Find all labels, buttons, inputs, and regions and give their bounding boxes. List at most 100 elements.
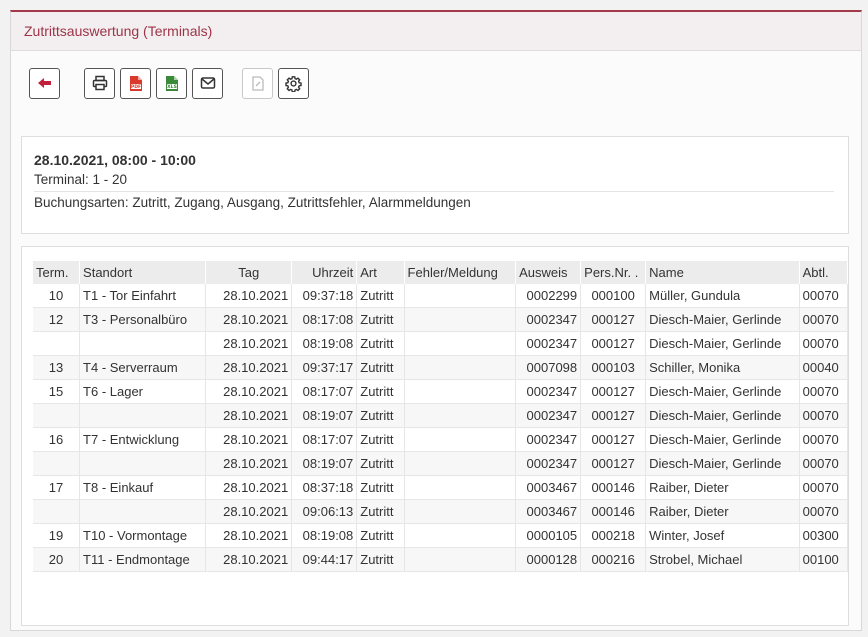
cell-tag: 28.10.2021	[205, 475, 293, 500]
results-panel: Term. Standort Tag Uhrzeit Art Fehler/Meldung…	[21, 246, 849, 626]
cell-art: Zutritt	[356, 355, 405, 380]
cell-term	[33, 451, 81, 476]
cell-art: Zutritt	[356, 403, 405, 428]
pdf-icon: PDF	[129, 75, 142, 91]
table-row[interactable]: 28.10.2021 09:06:13 Zutritt 0003467 000146 Ra…	[33, 499, 849, 524]
cell-name: Diesch-Maier, Gerlinde	[645, 331, 800, 356]
cell-tag: 28.10.2021	[205, 379, 293, 404]
cell-term: 19	[33, 523, 81, 548]
column-header-name[interactable]: Name	[645, 261, 800, 284]
cell-tag: 28.10.2021	[205, 451, 293, 476]
table-row[interactable]: 12 T3 - Personalbüro 28.10.2021 08:17:08 Zut…	[33, 307, 849, 332]
cell-ausweis: 0007098	[515, 355, 582, 380]
cell-term: 20	[33, 547, 81, 572]
column-header-fehler[interactable]: Fehler/Meldung	[404, 261, 517, 284]
table-row[interactable]: 20 T11 - Endmontage 28.10.2021 09:44:17 Zutr…	[33, 547, 849, 572]
cell-abtl: 00070	[799, 499, 849, 524]
cell-abtl: 00070	[799, 451, 849, 476]
column-header-tag[interactable]: Tag	[205, 261, 293, 284]
cell-standort: T11 - Endmontage	[79, 547, 207, 572]
cell-fehler	[404, 284, 517, 308]
table-header-row: Term. Standort Tag Uhrzeit Art Fehler/Meldung…	[33, 261, 849, 284]
table-row[interactable]: 16 T7 - Entwicklung 28.10.2021 08:17:07 Zutr…	[33, 427, 849, 452]
svg-text:XLS: XLS	[167, 84, 177, 90]
cell-ausweis: 0002347	[515, 379, 582, 404]
cell-abtl: 00070	[799, 379, 849, 404]
column-header-uhrzeit[interactable]: Uhrzeit	[291, 261, 358, 284]
table-row[interactable]: 15 T6 - Lager 28.10.2021 08:17:07 Zutritt 000…	[33, 379, 849, 404]
cell-persnr: 000218	[580, 523, 647, 548]
cell-ausweis: 0002347	[515, 403, 582, 428]
xls-export-button[interactable]: XLS	[156, 67, 187, 99]
cell-art: Zutritt	[356, 547, 405, 572]
cell-term: 17	[33, 475, 81, 500]
table-row[interactable]: 10 T1 - Tor Einfahrt 28.10.2021 09:37:18 Zut…	[33, 284, 849, 308]
cell-abtl: 00070	[799, 475, 849, 500]
cell-uhrzeit: 09:44:17	[291, 547, 358, 572]
cell-name: Schiller, Monika	[645, 355, 800, 380]
cell-persnr: 000146	[580, 499, 647, 524]
cell-name: Winter, Josef	[645, 523, 800, 548]
table-row[interactable]: 28.10.2021 08:19:08 Zutritt 0002347 000127 Di…	[33, 331, 849, 356]
document-button[interactable]	[242, 67, 273, 99]
column-header-term[interactable]: Term.	[33, 261, 81, 284]
email-button[interactable]	[192, 67, 223, 99]
table-row[interactable]: 13 T4 - Serverraum 28.10.2021 09:37:17 Zutri…	[33, 355, 849, 380]
cell-uhrzeit: 08:17:07	[291, 427, 358, 452]
cell-uhrzeit: 08:37:18	[291, 475, 358, 500]
cell-ausweis: 0003467	[515, 475, 582, 500]
results-table: Term. Standort Tag Uhrzeit Art Fehler/Meldung…	[33, 261, 849, 572]
cell-standort: T4 - Serverraum	[79, 355, 207, 380]
toolbar: PDF XLS	[11, 51, 861, 115]
cell-fehler	[404, 427, 517, 452]
cell-abtl: 00070	[799, 331, 849, 356]
cell-standort	[79, 331, 207, 356]
cell-standort: T3 - Personalbüro	[79, 307, 207, 332]
cell-fehler	[404, 307, 517, 332]
cell-term: 13	[33, 355, 81, 380]
print-button[interactable]	[84, 67, 115, 99]
cell-abtl: 00100	[799, 547, 849, 572]
envelope-icon	[200, 77, 215, 89]
table-row[interactable]: 28.10.2021 08:19:07 Zutritt 0002347 000127 Di…	[33, 451, 849, 476]
column-header-abtl[interactable]: Abtl.	[799, 261, 849, 284]
cell-uhrzeit: 09:37:17	[291, 355, 358, 380]
column-header-persnr[interactable]: Pers.Nr. .	[580, 261, 647, 284]
back-button[interactable]	[29, 67, 60, 99]
cell-name: Diesch-Maier, Gerlinde	[645, 451, 800, 476]
report-terminal-range: Terminal: 1 - 20	[34, 169, 834, 192]
cell-fehler	[404, 475, 517, 500]
cell-art: Zutritt	[356, 451, 405, 476]
cell-fehler	[404, 379, 517, 404]
table-row[interactable]: 28.10.2021 08:19:07 Zutritt 0002347 000127 Di…	[33, 403, 849, 428]
cell-art: Zutritt	[356, 379, 405, 404]
cell-term: 12	[33, 307, 81, 332]
cell-standort	[79, 451, 207, 476]
column-header-ausweis[interactable]: Ausweis	[515, 261, 582, 284]
settings-button[interactable]	[278, 67, 309, 99]
cell-uhrzeit: 08:19:07	[291, 403, 358, 428]
cell-abtl: 00040	[799, 355, 849, 380]
cell-term	[33, 403, 81, 428]
cell-standort: T1 - Tor Einfahrt	[79, 284, 207, 308]
cell-name: Raiber, Dieter	[645, 475, 800, 500]
cell-abtl: 00070	[799, 427, 849, 452]
cell-term: 16	[33, 427, 81, 452]
cell-tag: 28.10.2021	[205, 547, 293, 572]
cell-term	[33, 331, 81, 356]
cell-uhrzeit: 09:06:13	[291, 499, 358, 524]
cell-tag: 28.10.2021	[205, 499, 293, 524]
report-window: Zutrittsauswertung (Terminals) PDF XLS 2…	[10, 10, 862, 631]
cell-ausweis: 0003467	[515, 499, 582, 524]
cell-ausweis: 0000128	[515, 547, 582, 572]
pdf-export-button[interactable]: PDF	[120, 67, 151, 99]
table-row[interactable]: 19 T10 - Vormontage 28.10.2021 08:19:08 Zutr…	[33, 523, 849, 548]
cell-standort: T10 - Vormontage	[79, 523, 207, 548]
table-row[interactable]: 17 T8 - Einkauf 28.10.2021 08:37:18 Zutritt 0…	[33, 475, 849, 500]
column-header-art[interactable]: Art	[356, 261, 405, 284]
window-title: Zutrittsauswertung (Terminals)	[11, 12, 861, 51]
cell-abtl: 00070	[799, 284, 849, 308]
cell-art: Zutritt	[356, 307, 405, 332]
cell-persnr: 000216	[580, 547, 647, 572]
column-header-standort[interactable]: Standort	[79, 261, 207, 284]
